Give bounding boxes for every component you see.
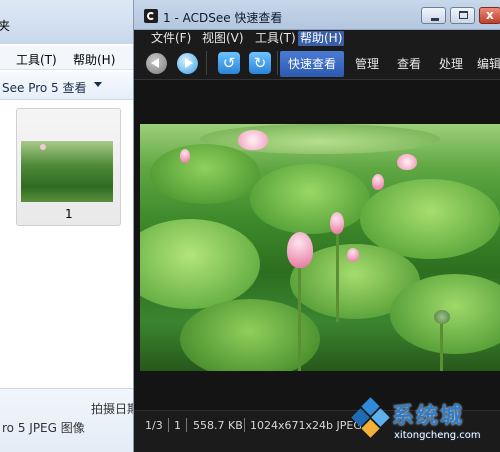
rotate-left-icon: ↺: [222, 54, 236, 72]
close-button[interactable]: x: [479, 7, 500, 24]
photo-stem: [440, 319, 443, 371]
maximize-button[interactable]: [450, 7, 475, 24]
tab-view[interactable]: 查看: [393, 51, 425, 77]
tab-edit[interactable]: 编辑: [477, 51, 500, 77]
explorer-menu-help[interactable]: 帮助(H): [73, 51, 115, 68]
lotus-bud: [347, 248, 359, 262]
toolbar-divider: [277, 51, 278, 75]
rotate-left-button[interactable]: ↺: [218, 52, 240, 74]
status-separator: [244, 418, 245, 432]
menu-view[interactable]: 视图(V): [200, 31, 246, 46]
photo-leaf: [150, 144, 260, 204]
menu-tools[interactable]: 工具(T): [253, 31, 298, 46]
status-separator: [168, 418, 169, 432]
explorer-address-text[interactable]: See Pro 5 查看: [2, 79, 87, 96]
explorer-menu-tools[interactable]: 工具(T): [16, 51, 57, 68]
thumbnail-flower: [40, 144, 46, 150]
lotus-flower: [397, 154, 417, 170]
tab-manage[interactable]: 管理: [351, 51, 383, 77]
status-separator: [186, 418, 187, 432]
details-filetype: ro 5 JPEG 图像: [2, 421, 85, 435]
lotus-photo[interactable]: [140, 124, 500, 371]
acdsee-logo-mark: [147, 12, 155, 20]
arrow-left-icon: [151, 58, 159, 68]
rotate-right-button[interactable]: ↻: [249, 52, 271, 74]
file-thumbnail-image[interactable]: [21, 141, 113, 202]
watermark-url: xitongcheng.com: [394, 430, 481, 441]
lotus-bud: [180, 149, 190, 163]
tab-process[interactable]: 处理: [435, 51, 467, 77]
photo-stem: [336, 232, 339, 322]
photo-leaf: [250, 164, 370, 234]
lotus-seed-pod: [434, 310, 450, 324]
details-date-label: 拍摄日期: [91, 402, 140, 416]
forward-button[interactable]: [177, 53, 198, 74]
lotus-bud: [372, 174, 384, 190]
status-dimensions: 1024x671x24b JPEG: [250, 419, 362, 432]
close-icon: x: [486, 8, 494, 22]
tab-quickview[interactable]: 快速查看: [280, 51, 344, 77]
status-image-index: 1/3: [145, 419, 163, 432]
toolbar-divider: [206, 51, 207, 75]
menu-file[interactable]: 文件(F): [149, 31, 193, 46]
rotate-right-icon: ↻: [253, 54, 267, 72]
explorer-title: 夹: [0, 19, 11, 33]
lotus-bud: [330, 212, 344, 234]
menu-help[interactable]: 帮助(H): [298, 31, 345, 46]
file-thumbnail-label[interactable]: 1: [65, 207, 73, 221]
lotus-bud: [287, 232, 313, 268]
minimize-button[interactable]: [421, 7, 446, 24]
status-file-size: 558.7 KB: [193, 419, 243, 432]
chevron-down-icon[interactable]: [94, 82, 102, 87]
status-image-number: 1: [174, 419, 181, 432]
explorer-titlebar: [0, 0, 140, 44]
minimize-icon: [431, 18, 439, 21]
back-button[interactable]: [146, 53, 167, 74]
acdsee-title: 1 - ACDSee 快速查看: [163, 11, 283, 25]
photo-stem: [298, 266, 301, 371]
arrow-right-icon: [185, 58, 193, 68]
photo-leaf: [140, 219, 260, 309]
maximize-icon: [459, 11, 468, 19]
lotus-flower: [238, 130, 268, 150]
watermark-text: 系统城: [392, 404, 465, 429]
